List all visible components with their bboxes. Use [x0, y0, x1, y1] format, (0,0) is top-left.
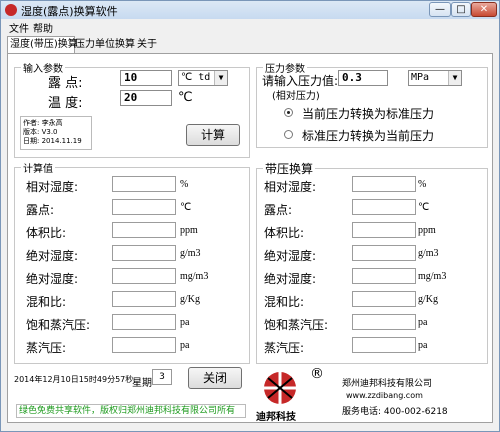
calc-row-unit: pa: [180, 317, 190, 328]
window-title: 湿度(露点)换算软件: [21, 5, 118, 18]
pressure-unit-select[interactable]: MPa ▼: [408, 70, 462, 86]
conv-row-label: 蒸汽压:: [264, 341, 305, 355]
pressure-input[interactable]: 0.3: [338, 70, 388, 86]
conv-row-label: 饱和蒸汽压:: [264, 318, 329, 332]
conv-row-unit: pa: [418, 317, 428, 328]
calc-row-label: 绝对湿度:: [26, 249, 79, 263]
weekday-value: 3: [152, 369, 172, 385]
conv-row-label: 绝对湿度:: [264, 249, 317, 263]
dewpoint-label: 露 点:: [48, 76, 83, 91]
chevron-down-icon: ▼: [448, 71, 461, 85]
conv-row-output[interactable]: [352, 268, 416, 284]
conv-row-unit: mg/m3: [418, 271, 447, 282]
calc-row-unit: ppm: [180, 225, 198, 236]
calc-row-output[interactable]: [112, 314, 176, 330]
close-button[interactable]: 关闭: [188, 367, 242, 389]
close-window-button[interactable]: ✕: [471, 2, 497, 17]
menu-file[interactable]: 文件: [9, 20, 29, 35]
calc-row-label: 相对湿度:: [26, 180, 79, 194]
datetime-text: 2014年12月10日15时49分57秒: [14, 375, 134, 384]
radio-standard-to-current-label: 标准压力转换为当前压力: [302, 129, 435, 143]
calc-row-label: 绝对湿度:: [26, 272, 79, 286]
calc-row-unit: pa: [180, 340, 190, 351]
calc-values-legend: 计算值: [23, 164, 53, 175]
radio-current-to-standard-label: 当前压力转换为标准压力: [302, 107, 435, 121]
app-icon: [5, 4, 17, 16]
calc-row-unit: %: [180, 179, 189, 190]
tab-humidity[interactable]: 湿度(带压)换算: [7, 36, 78, 54]
menu-bar: 文件 帮助: [1, 19, 499, 35]
tab-about[interactable]: 关于: [135, 37, 165, 52]
calc-row-output[interactable]: [112, 337, 176, 353]
date-text: 日期: 2014.11.19: [23, 137, 82, 145]
conv-row-unit: %: [418, 179, 427, 190]
conv-row-label: 混和比:: [264, 295, 305, 309]
author-text: 作者: 李永高: [23, 119, 63, 127]
conv-row-output[interactable]: [352, 291, 416, 307]
footer-notice: 绿色免费共享软件，版权归郑州迪邦科技有限公司所有: [16, 404, 246, 418]
pressure-conversion-legend: 带压换算: [265, 162, 314, 176]
conv-row-unit: ℃: [418, 202, 430, 213]
conv-row-label: 相对湿度:: [264, 180, 317, 194]
conv-row-output[interactable]: [352, 222, 416, 238]
calc-row-unit: g/Kg: [180, 294, 200, 305]
conv-row-output[interactable]: [352, 337, 416, 353]
logo-text: 迪邦科技: [256, 412, 296, 423]
weekday-label: 星期: [132, 378, 152, 389]
conv-row-unit: ppm: [418, 225, 436, 236]
calc-row-output[interactable]: [112, 176, 176, 192]
tab-pressure-unit[interactable]: 压力单位换算: [73, 37, 135, 52]
conv-row-output[interactable]: [352, 176, 416, 192]
conv-row-output[interactable]: [352, 314, 416, 330]
calc-row-label: 饱和蒸汽压:: [26, 318, 91, 332]
calc-row-output[interactable]: [112, 222, 176, 238]
calc-row-label: 混和比:: [26, 295, 67, 309]
conv-row-output[interactable]: [352, 245, 416, 261]
calc-row-label: 蒸汽压:: [26, 341, 67, 355]
title-bar: 湿度(露点)换算软件 — □ ✕: [1, 1, 499, 19]
company-phone: 服务电话: 400-002-6218: [342, 407, 448, 417]
calc-row-label: 体积比:: [26, 226, 67, 240]
calc-row-output[interactable]: [112, 199, 176, 215]
radio-standard-to-current[interactable]: [284, 130, 293, 139]
dewpoint-input[interactable]: 10: [120, 70, 172, 86]
temperature-input[interactable]: 20: [120, 90, 172, 106]
relative-pressure-note: (相对压力): [272, 91, 320, 102]
version-text: 版本: V3.0: [23, 128, 58, 136]
minimize-button[interactable]: —: [429, 2, 451, 17]
conv-row-unit: g/Kg: [418, 294, 438, 305]
calc-row-unit: g/m3: [180, 248, 201, 259]
company-website[interactable]: www.zzdibang.com: [346, 391, 423, 400]
conv-row-label: 体积比:: [264, 226, 305, 240]
conv-row-unit: g/m3: [418, 248, 439, 259]
calc-row-label: 露点:: [26, 203, 55, 217]
dewpoint-unit-value: ℃ td: [181, 72, 211, 83]
maximize-button[interactable]: □: [451, 2, 471, 17]
conv-row-label: 绝对湿度:: [264, 272, 317, 286]
radio-current-to-standard[interactable]: [284, 108, 293, 117]
company-name: 郑州迪邦科技有限公司: [342, 379, 433, 389]
calc-row-unit: mg/m3: [180, 271, 209, 282]
conv-row-label: 露点:: [264, 203, 293, 217]
calculate-button[interactable]: 计算: [186, 124, 240, 146]
menu-help[interactable]: 帮助: [33, 20, 53, 35]
pressure-unit-value: MPa: [411, 72, 430, 83]
conv-row-unit: pa: [418, 340, 428, 351]
registered-mark: ®: [310, 366, 324, 382]
calc-row-output[interactable]: [112, 268, 176, 284]
calc-row-output[interactable]: [112, 245, 176, 261]
main-panel: 输入参数 露 点: 10 ℃ td ▼ 温 度: 20 ℃ 作者: 李永高 版本…: [7, 53, 493, 423]
temperature-label: 温 度:: [48, 96, 83, 111]
calc-row-output[interactable]: [112, 291, 176, 307]
chevron-down-icon: ▼: [214, 71, 227, 85]
conv-row-output[interactable]: [352, 199, 416, 215]
info-box: 作者: 李永高 版本: V3.0 日期: 2014.11.19: [20, 116, 92, 150]
calc-row-unit: ℃: [180, 202, 192, 213]
dewpoint-unit-select[interactable]: ℃ td ▼: [178, 70, 228, 86]
temperature-unit: ℃: [178, 90, 193, 105]
app-window: 湿度(露点)换算软件 — □ ✕ 文件 帮助 湿度(带压)换算 压力单位换算 关…: [0, 0, 500, 432]
